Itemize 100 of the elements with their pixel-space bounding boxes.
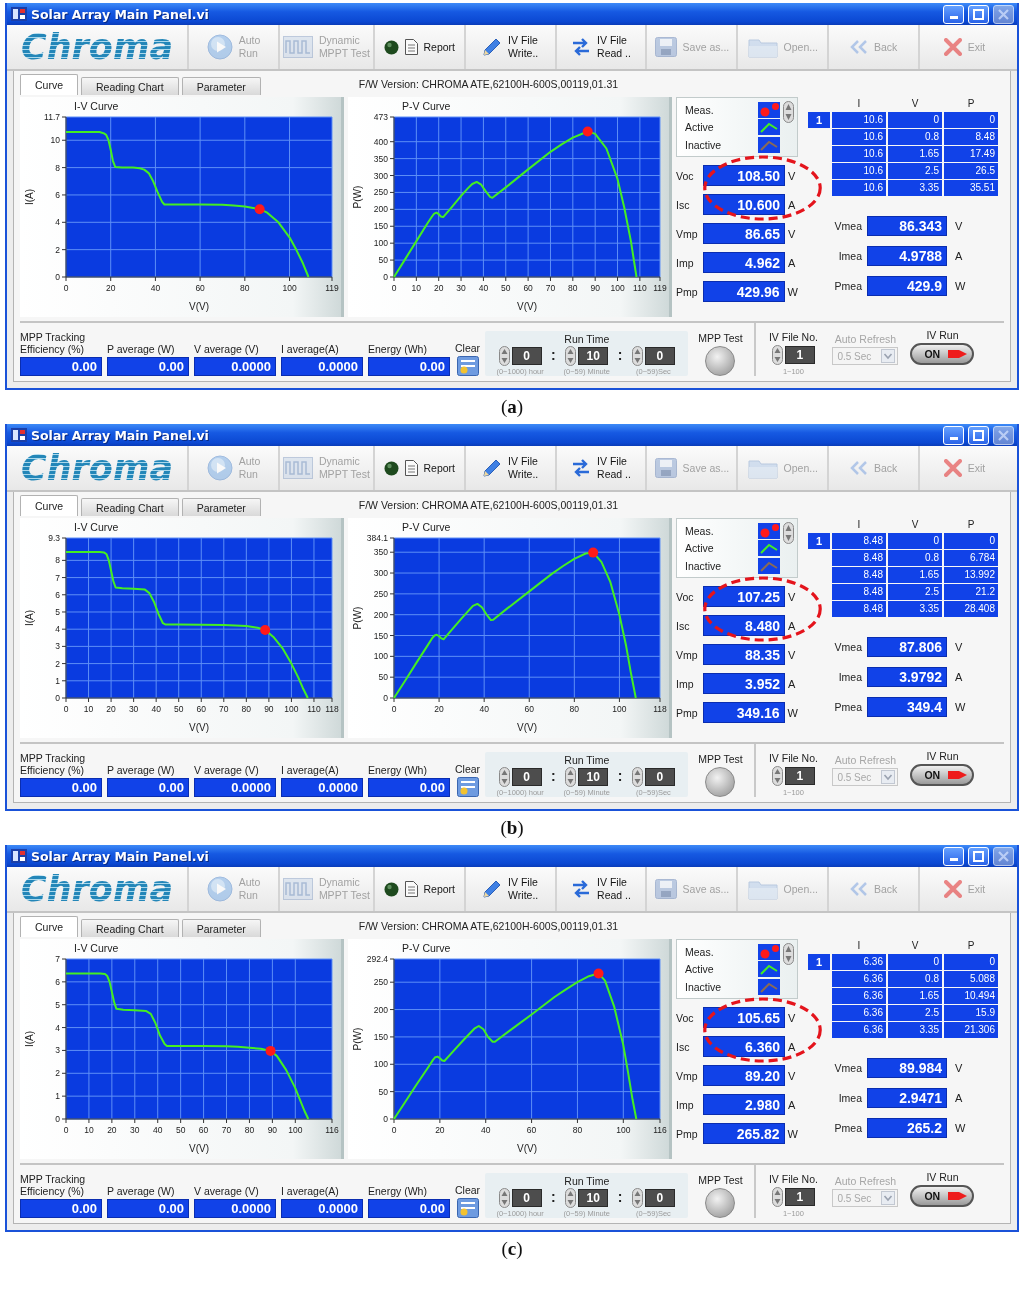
- up-down-arrows-icon[interactable]: [498, 1188, 510, 1208]
- up-down-arrows-icon[interactable]: [771, 1187, 783, 1207]
- minimize-button[interactable]: [943, 425, 964, 445]
- number-field[interactable]: 10: [578, 347, 609, 365]
- toolbar-button[interactable]: IV File Read ..: [554, 446, 646, 490]
- tab[interactable]: Curve: [20, 74, 78, 95]
- up-down-arrows-icon[interactable]: [498, 346, 510, 366]
- pencil-icon: [482, 879, 503, 899]
- round-push-button[interactable]: [705, 1188, 736, 1218]
- app-icon: [11, 428, 27, 442]
- minimize-button[interactable]: [943, 846, 964, 866]
- led-icon: [383, 881, 399, 897]
- tick-label: 50: [501, 283, 511, 293]
- maximize-button[interactable]: [968, 4, 989, 24]
- field-label: Clear: [455, 1184, 481, 1196]
- window-title: Solar Array Main Panel.vi: [31, 427, 209, 443]
- number-field[interactable]: 0: [511, 1189, 542, 1207]
- toolbar-button[interactable]: Report: [372, 867, 464, 911]
- window-title: Solar Array Main Panel.vi: [31, 848, 209, 864]
- tab[interactable]: Reading Chart: [81, 498, 179, 516]
- minimize-button[interactable]: [943, 4, 964, 24]
- clear-button[interactable]: [456, 777, 479, 797]
- clear-button[interactable]: [456, 356, 479, 376]
- up-down-arrows-icon[interactable]: [783, 522, 794, 544]
- number-field[interactable]: 1: [784, 767, 815, 785]
- measurement-label: Imea: [837, 1092, 862, 1104]
- readout-label: Isc: [676, 198, 691, 211]
- up-down-arrows-icon[interactable]: [631, 1188, 643, 1208]
- array-index-field[interactable]: 1: [808, 112, 830, 128]
- on-off-toggle[interactable]: ON: [910, 764, 975, 786]
- number-field[interactable]: 0: [511, 768, 542, 786]
- tab[interactable]: Reading Chart: [81, 919, 179, 937]
- number-field[interactable]: 0: [511, 347, 542, 365]
- table-cell: 3.35: [888, 601, 942, 617]
- clear-button[interactable]: [456, 1198, 479, 1218]
- tick-label: 100: [373, 238, 388, 249]
- measurement-label: Pmea: [833, 280, 862, 292]
- maximize-button[interactable]: [968, 846, 989, 866]
- tick-label: 60: [198, 1125, 209, 1135]
- round-push-button[interactable]: [705, 346, 736, 376]
- up-down-arrows-icon[interactable]: [565, 1188, 577, 1208]
- number-field[interactable]: 1: [784, 1188, 815, 1206]
- number-field[interactable]: 0: [644, 1189, 675, 1207]
- toolbar-button[interactable]: IV File Write..: [463, 867, 555, 911]
- tick-label: 100: [616, 1125, 631, 1135]
- maximize-button[interactable]: [968, 425, 989, 445]
- round-push-button[interactable]: [705, 767, 736, 797]
- up-down-arrows-icon[interactable]: [783, 101, 794, 123]
- tick-label: 473: [373, 112, 388, 122]
- unit-label: W: [787, 285, 798, 298]
- toolbar-button[interactable]: IV File Write..: [463, 446, 555, 490]
- tick-label: 100: [610, 283, 625, 293]
- table-cell: 10.6: [832, 180, 886, 196]
- tab[interactable]: Curve: [20, 495, 78, 516]
- array-index-field[interactable]: 1: [808, 954, 830, 970]
- on-off-toggle[interactable]: ON: [910, 1185, 975, 1207]
- table-cell: 2.5: [888, 584, 942, 600]
- toolbar-button[interactable]: IV File Write..: [463, 25, 555, 69]
- number-field[interactable]: 10: [578, 768, 609, 786]
- up-down-arrows-icon[interactable]: [631, 767, 643, 787]
- tab[interactable]: Parameter: [181, 498, 261, 516]
- table-cell: 8.48: [832, 567, 886, 583]
- measurement-label: Pmea: [833, 1122, 862, 1134]
- toolbar-button[interactable]: Report: [372, 25, 464, 69]
- figure-caption: (b): [500, 817, 524, 839]
- minimize-icon: [949, 436, 958, 440]
- number-field[interactable]: 0: [644, 768, 675, 786]
- value-display: 0.0000: [194, 1199, 276, 1218]
- up-down-arrows-icon[interactable]: [631, 346, 643, 366]
- number-field[interactable]: 10: [578, 1189, 609, 1207]
- toolbar-button[interactable]: IV File Read ..: [554, 867, 646, 911]
- tick-label: 100: [612, 704, 627, 714]
- tick-label: 0: [55, 1114, 60, 1124]
- table-cell: 2.5: [888, 163, 942, 179]
- up-down-arrows-icon[interactable]: [565, 346, 577, 366]
- led-icon: [383, 39, 399, 55]
- minimize-icon: [949, 15, 958, 19]
- tab[interactable]: Parameter: [181, 77, 261, 95]
- number-field[interactable]: 1: [784, 346, 815, 364]
- tab[interactable]: Parameter: [181, 919, 261, 937]
- toolbar-button[interactable]: IV File Read ..: [554, 25, 646, 69]
- number-field[interactable]: 0: [644, 347, 675, 365]
- up-down-arrows-icon[interactable]: [771, 345, 783, 365]
- up-down-arrows-icon[interactable]: [771, 766, 783, 786]
- tab[interactable]: Reading Chart: [81, 77, 179, 95]
- toolbar-button[interactable]: Report: [372, 446, 464, 490]
- on-off-toggle[interactable]: ON: [910, 343, 975, 365]
- figure-caption: (c): [501, 1238, 523, 1260]
- up-down-arrows-icon[interactable]: [498, 767, 510, 787]
- up-down-arrows-icon[interactable]: [565, 767, 577, 787]
- up-down-arrows-icon[interactable]: [783, 943, 794, 965]
- tick-label: 30: [130, 1125, 140, 1135]
- tick-label: 200: [373, 204, 388, 215]
- tab[interactable]: Curve: [20, 916, 78, 937]
- array-index-field[interactable]: 1: [808, 533, 830, 549]
- axis-title: V(V): [189, 301, 209, 312]
- unit-label: A: [955, 671, 964, 683]
- legend-label: Inactive: [685, 559, 722, 572]
- value-display: 3.952: [703, 673, 785, 694]
- tick-label: 20: [105, 283, 116, 293]
